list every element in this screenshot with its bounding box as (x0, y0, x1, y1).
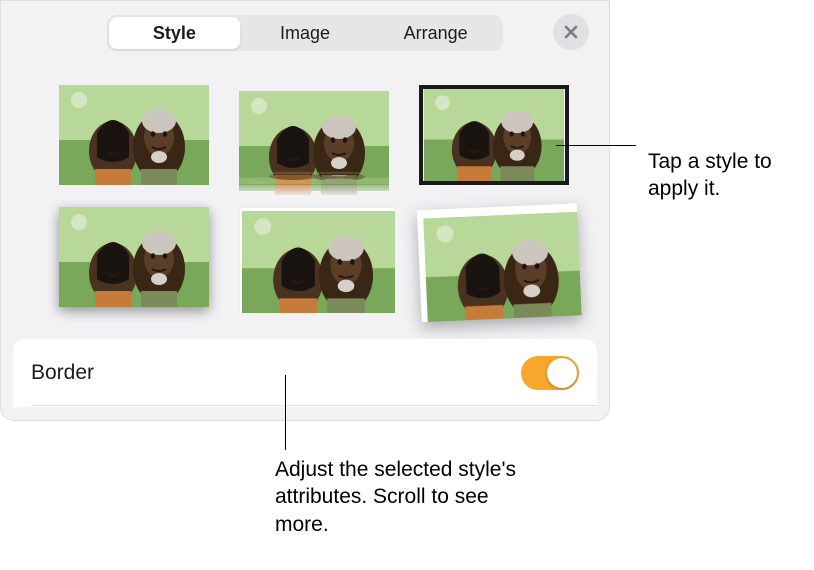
tab-bar: Style Image Arrange (107, 15, 503, 51)
tab-image[interactable]: Image (240, 17, 371, 49)
callout-text-top: Tap a style to apply it. (648, 148, 808, 203)
format-panel: Style Image Arrange (0, 0, 610, 421)
style-preset-grid (59, 85, 571, 307)
tab-style-label: Style (153, 23, 196, 44)
tab-arrange-label: Arrange (404, 23, 468, 44)
callout-text-bottom: Adjust the selected style's attributes. … (275, 456, 535, 538)
tab-image-label: Image (280, 23, 330, 44)
close-button[interactable] (553, 14, 589, 50)
style-preset-2[interactable] (239, 85, 389, 185)
callout-line-bottom-v (285, 375, 286, 450)
callout-line-top (556, 145, 636, 146)
style-preset-5[interactable] (239, 207, 389, 307)
close-icon (563, 24, 579, 40)
border-label: Border (31, 361, 94, 385)
style-preset-3[interactable] (419, 85, 569, 185)
style-preset-1[interactable] (59, 85, 209, 185)
toggle-knob (547, 358, 577, 388)
tab-style[interactable]: Style (109, 17, 240, 49)
style-preset-6[interactable] (417, 204, 571, 310)
row-separator (31, 405, 597, 406)
style-preset-4[interactable] (59, 207, 209, 307)
tab-arrange[interactable]: Arrange (370, 17, 501, 49)
border-toggle[interactable] (521, 356, 579, 390)
border-row: Border (13, 339, 597, 407)
